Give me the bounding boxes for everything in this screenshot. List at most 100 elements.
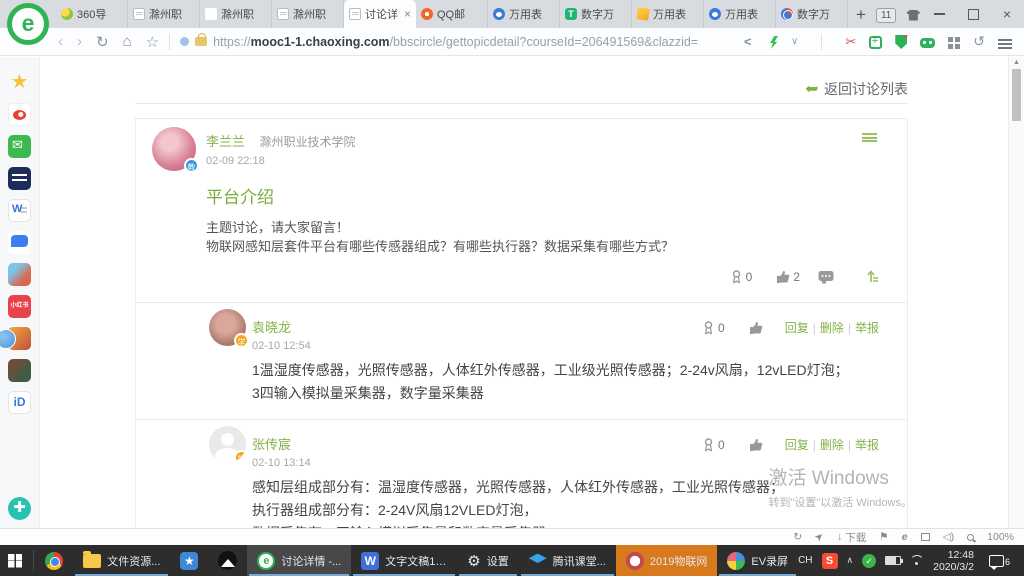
minimize-button[interactable] bbox=[922, 0, 956, 28]
rocket-boost-icon[interactable]: ➤ bbox=[812, 530, 827, 545]
speaker-icon[interactable]: ◁) bbox=[943, 531, 955, 543]
like-button[interactable]: 2 bbox=[776, 270, 800, 284]
post-menu-icon[interactable] bbox=[862, 133, 877, 142]
search-zoom-icon[interactable] bbox=[967, 534, 974, 541]
share-icon[interactable] bbox=[741, 34, 757, 50]
tab-chuzhou-2[interactable]: 滁州职 bbox=[200, 0, 272, 28]
game-1-icon[interactable] bbox=[8, 263, 31, 286]
tab-chuzhou-1[interactable]: 滁州职 bbox=[128, 0, 200, 28]
chat-icon[interactable] bbox=[8, 231, 31, 254]
tab-360nav[interactable]: 360导 bbox=[56, 0, 128, 28]
game-3-icon[interactable] bbox=[8, 359, 31, 382]
avatar[interactable]: 学 bbox=[209, 309, 246, 346]
gamepad-icon[interactable] bbox=[920, 38, 935, 48]
report-link[interactable]: 举报 bbox=[855, 438, 879, 452]
chevron-down-icon[interactable]: ∨ bbox=[791, 36, 798, 47]
tab-qqmail[interactable]: QQ邮 bbox=[416, 0, 488, 28]
comment-button[interactable] bbox=[818, 270, 834, 284]
taskbar-iot-2019[interactable]: 2019物联网 bbox=[616, 545, 717, 576]
reply-link[interactable]: 回复 bbox=[785, 321, 809, 335]
sort-top-button[interactable] bbox=[864, 270, 879, 284]
scissors-clip-icon[interactable]: ✂ bbox=[845, 34, 856, 50]
tab-close-icon[interactable]: × bbox=[404, 7, 411, 21]
antivirus-shield-icon[interactable]: ✓ bbox=[862, 554, 876, 568]
download-button[interactable]: ↓下载 bbox=[837, 530, 866, 545]
clock[interactable]: 12:482020/3/2 bbox=[933, 549, 974, 573]
mail-icon[interactable] bbox=[8, 135, 31, 158]
taskbar-ev-recorder[interactable]: EV录屏 bbox=[717, 545, 798, 576]
sogou-input-icon[interactable]: S bbox=[822, 553, 838, 569]
delete-link[interactable]: 删除 bbox=[820, 438, 844, 452]
maximize-button[interactable] bbox=[956, 0, 990, 28]
url-text[interactable]: https://mooc1-1.chaoxing.com/bbscircle/g… bbox=[213, 35, 698, 49]
forward-icon[interactable]: › bbox=[77, 33, 82, 50]
start-button[interactable] bbox=[0, 545, 31, 576]
xiaohongshu-icon[interactable]: 小红书 bbox=[8, 295, 31, 318]
taskbar-browser-discussion[interactable]: e讨论详情 -... bbox=[247, 545, 351, 576]
sync-icon[interactable]: ↻ bbox=[793, 531, 802, 543]
theme-skin-icon[interactable] bbox=[906, 10, 920, 21]
language-indicator[interactable]: CH bbox=[798, 555, 812, 566]
author-name[interactable]: 李兰兰 bbox=[206, 134, 245, 149]
taskbar-tencent-classroom[interactable]: 腾讯课堂... bbox=[519, 545, 616, 576]
taskbar-wps-doc[interactable]: W文字文稿1 ... bbox=[351, 545, 457, 576]
like-button[interactable] bbox=[749, 438, 763, 452]
window-mode-icon[interactable] bbox=[921, 533, 930, 541]
undo-icon[interactable]: ↺ bbox=[973, 33, 985, 50]
reply-link[interactable]: 回复 bbox=[785, 438, 809, 452]
refresh-icon[interactable]: ↻ bbox=[96, 33, 109, 51]
scrollbar-thumb[interactable] bbox=[1012, 69, 1021, 121]
favorites-star-icon[interactable]: ★ bbox=[8, 71, 31, 94]
tab-discussion-active[interactable]: 讨论详× bbox=[344, 0, 416, 28]
award-button[interactable]: 0 bbox=[730, 270, 753, 284]
tray-expand-icon[interactable]: ∧ bbox=[847, 555, 854, 566]
word-doc-icon[interactable] bbox=[8, 199, 31, 222]
award-button[interactable]: 0 bbox=[702, 321, 725, 335]
notification-center[interactable]: 6 bbox=[983, 555, 1016, 567]
add-app-icon[interactable]: ✚ bbox=[8, 497, 31, 520]
tab-multimeter-1[interactable]: 万用表 bbox=[488, 0, 560, 28]
taskbar-photos[interactable] bbox=[208, 545, 247, 576]
delete-link[interactable]: 删除 bbox=[820, 321, 844, 335]
report-link[interactable]: 举报 bbox=[855, 321, 879, 335]
avatar[interactable]: 学 bbox=[209, 426, 246, 463]
qa-app-icon[interactable] bbox=[8, 167, 31, 190]
tab-count-badge[interactable]: 11 bbox=[876, 8, 896, 23]
zoom-level[interactable]: 100% bbox=[987, 531, 1014, 543]
tab-multimeter-3[interactable]: 万用表 bbox=[704, 0, 776, 28]
taskbar-star-app[interactable]: ★ bbox=[170, 545, 208, 576]
home-icon[interactable]: ⌂ bbox=[123, 33, 132, 50]
avatar[interactable]: 教 bbox=[152, 127, 196, 171]
tab-multimeter-2[interactable]: 万用表 bbox=[632, 0, 704, 28]
tab-chuzhou-3[interactable]: 滁州职 bbox=[272, 0, 344, 28]
tab-digital-2[interactable]: 数字万 bbox=[776, 0, 848, 28]
address-bar[interactable]: https://mooc1-1.chaoxing.com/bbscircle/g… bbox=[180, 35, 741, 49]
taskbar-chrome[interactable] bbox=[35, 545, 73, 576]
favorite-star-icon[interactable]: ☆ bbox=[146, 33, 159, 51]
new-tab-button[interactable]: + bbox=[856, 2, 866, 28]
screenshot-icon[interactable] bbox=[869, 36, 882, 49]
taskbar-file-explorer[interactable]: 文件资源... bbox=[73, 545, 170, 576]
floating-ball-icon[interactable] bbox=[0, 329, 16, 349]
wifi-icon[interactable] bbox=[910, 555, 924, 566]
award-button[interactable]: 0 bbox=[702, 438, 725, 452]
close-button[interactable]: × bbox=[990, 0, 1024, 28]
like-button[interactable] bbox=[749, 321, 763, 335]
game-2-icon[interactable] bbox=[8, 327, 31, 350]
browser-logo-icon[interactable]: e bbox=[7, 3, 49, 45]
battery-icon[interactable] bbox=[885, 556, 901, 565]
ie-compat-icon[interactable]: e bbox=[902, 531, 908, 543]
back-icon[interactable]: ‹ bbox=[58, 33, 63, 50]
scroll-up-icon[interactable]: ▲ bbox=[1013, 59, 1020, 66]
apps-grid-icon[interactable] bbox=[948, 37, 960, 49]
id-app-icon[interactable]: iD bbox=[8, 391, 31, 414]
taskbar-settings[interactable]: ⚙设置 bbox=[457, 545, 518, 576]
flag-icon[interactable]: ⚑ bbox=[879, 531, 888, 543]
weibo-icon[interactable] bbox=[8, 103, 31, 126]
speed-bolt-icon[interactable] bbox=[770, 36, 778, 49]
security-shield-icon[interactable] bbox=[895, 35, 907, 49]
tab-digital-1[interactable]: T数字万 bbox=[560, 0, 632, 28]
menu-icon[interactable] bbox=[998, 39, 1012, 49]
vertical-scrollbar[interactable]: ▲ bbox=[1008, 57, 1024, 528]
back-to-discussion-list-link[interactable]: ➥ 返回讨论列表 bbox=[805, 79, 908, 99]
